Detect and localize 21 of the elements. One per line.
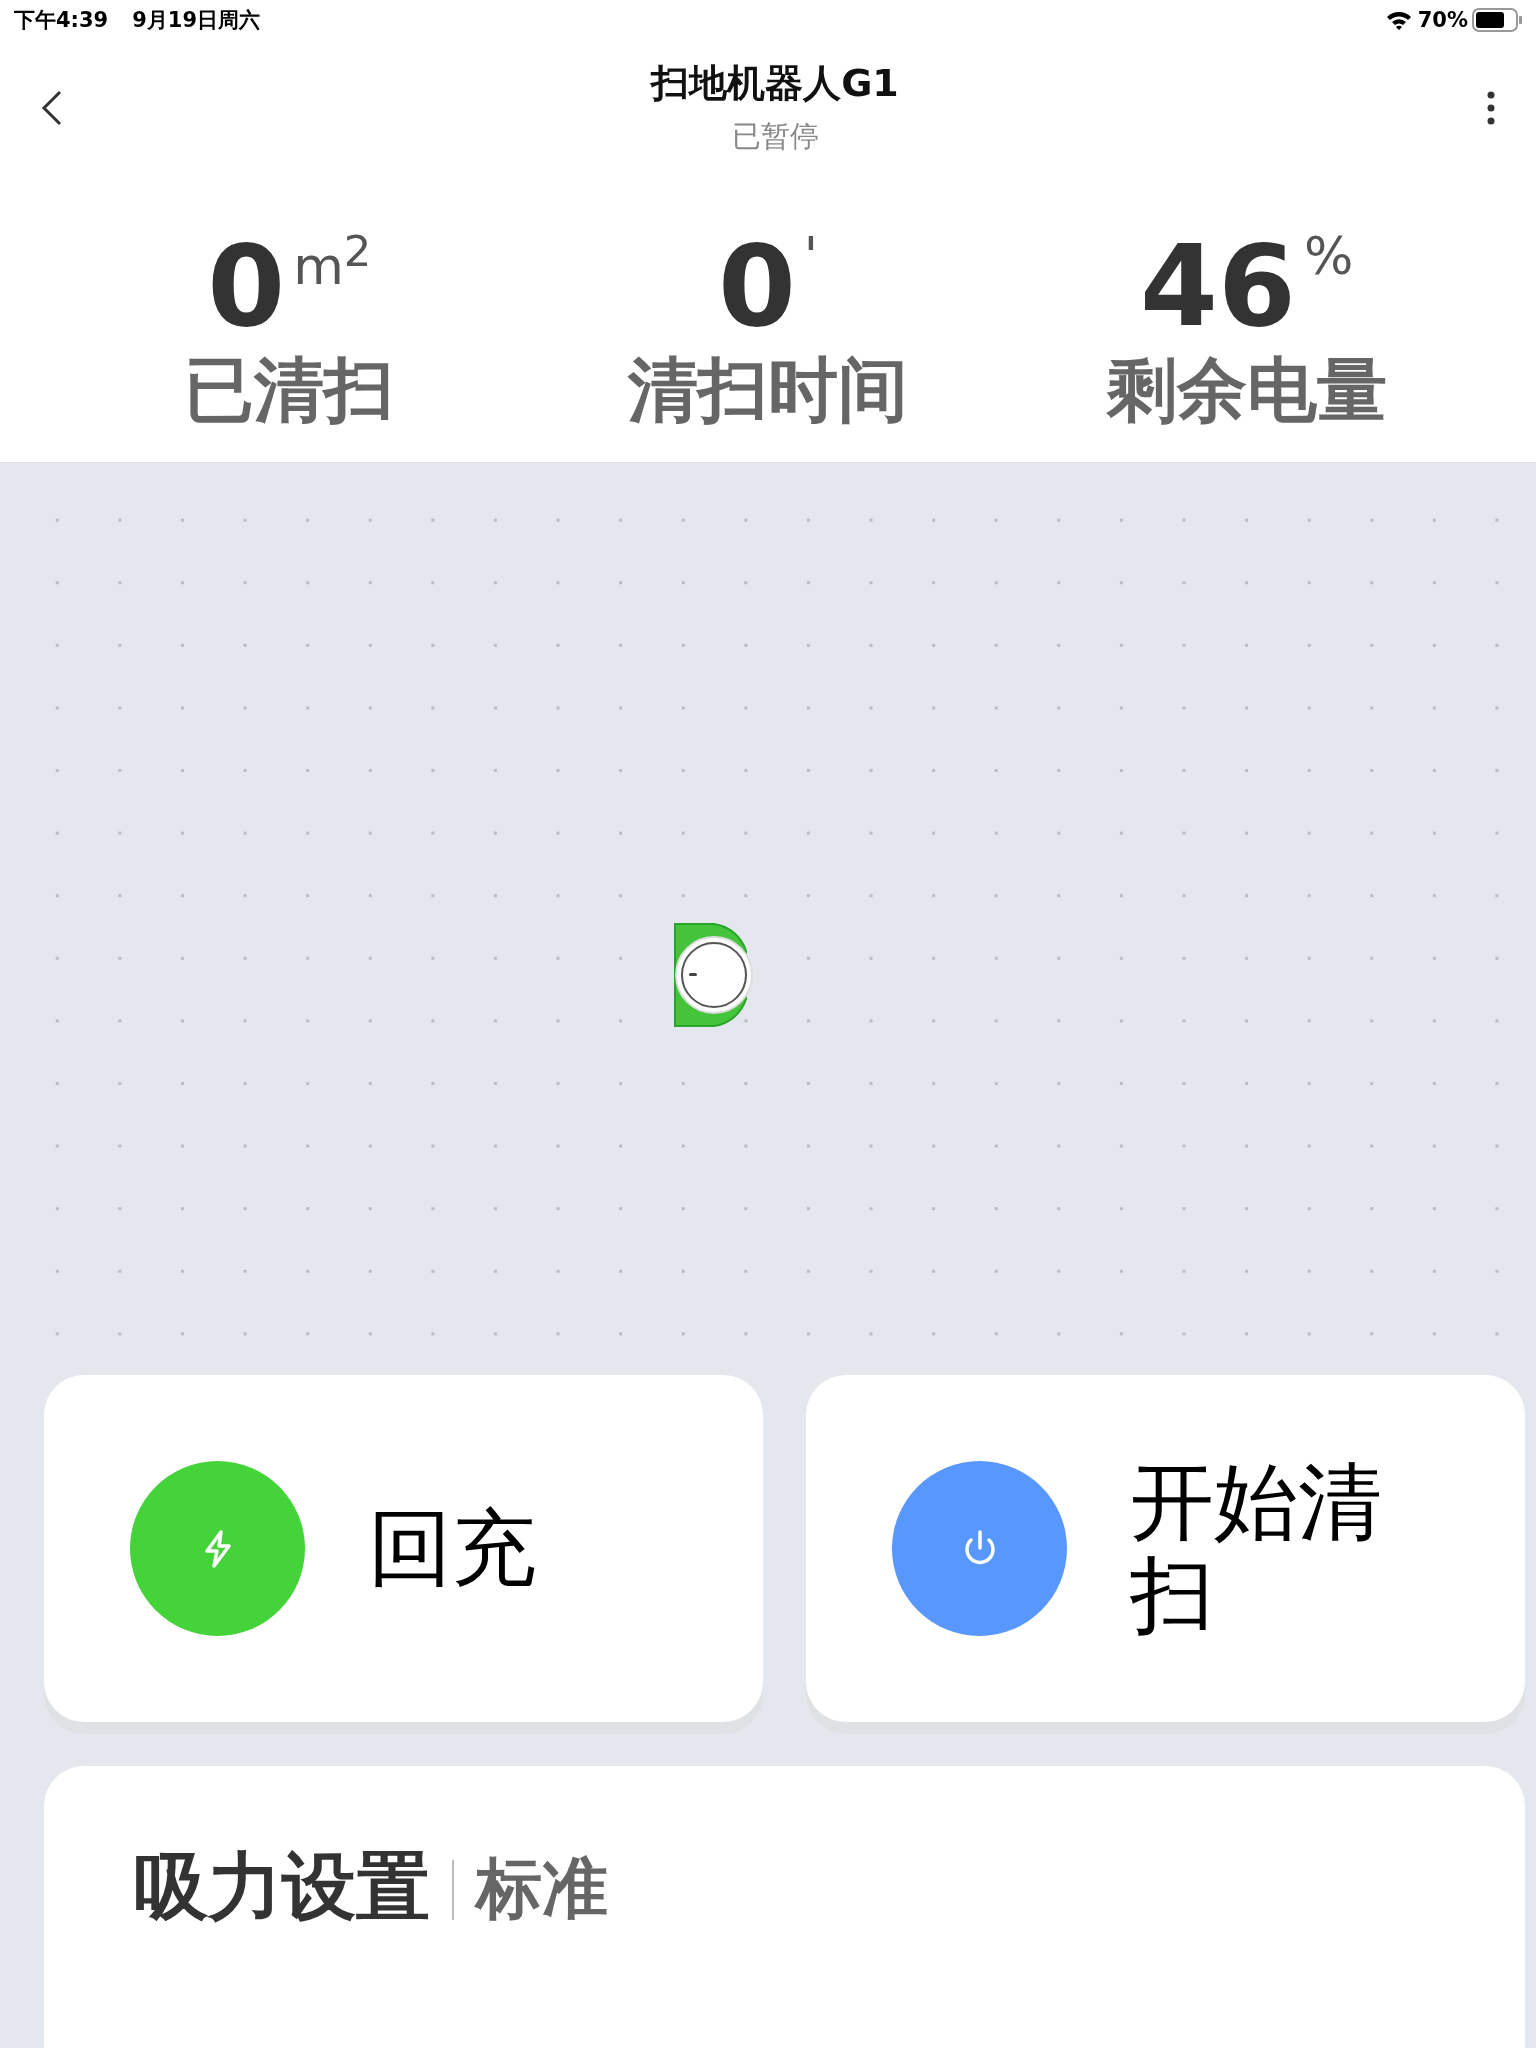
suction-card[interactable]: 吸力设置 标准 [44, 1766, 1525, 2048]
status-time: 下午4:39 [14, 7, 109, 34]
stat-value: 0 [207, 230, 286, 342]
stat-label: 已清扫 [184, 348, 395, 432]
stat-label: 剩余电量 [1106, 348, 1387, 432]
stat-unit: m$^{2}$ [293, 230, 372, 293]
stat-value: 46 [1140, 230, 1296, 342]
stat-unit: ' [803, 230, 819, 282]
robot-icon [674, 923, 754, 1027]
battery-percent: 70% [1417, 8, 1468, 32]
page-title: 扫地机器人G1 [651, 60, 899, 107]
status-date: 9月19日周六 [132, 7, 261, 34]
stat-value: 0 [717, 230, 796, 342]
more-icon[interactable] [1486, 89, 1496, 126]
stat-unit: % [1303, 230, 1354, 282]
stat-label: 清扫时间 [628, 348, 908, 432]
suction-label: 吸力设置 [134, 1842, 430, 1931]
wifi-icon [1385, 10, 1412, 30]
suction-value: 标准 [476, 1849, 608, 1929]
battery-icon [1472, 8, 1522, 32]
device-status: 已暂停 [731, 118, 819, 155]
